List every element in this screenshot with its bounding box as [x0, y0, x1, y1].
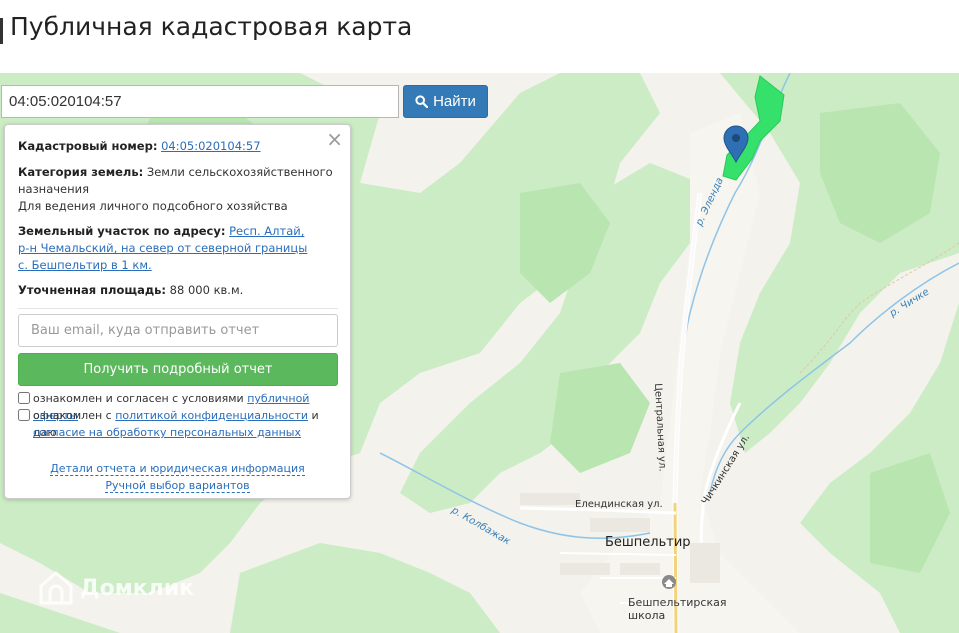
- search-icon: [415, 95, 429, 108]
- privacy-policy-link[interactable]: политикой конфиденциальности: [115, 409, 308, 422]
- address-row: Земельный участок по адресу: Респ. Алтай…: [18, 223, 318, 274]
- privacy-consent-text: ознакомлен с: [33, 409, 112, 422]
- cadastral-search-input[interactable]: [1, 85, 399, 118]
- offer-consent-checkbox[interactable]: [18, 392, 30, 404]
- area-value: 88 000 кв.м.: [169, 283, 244, 297]
- report-details-row: Детали отчета и юридическая информация: [5, 460, 350, 477]
- search-button[interactable]: Найти: [403, 85, 488, 118]
- offer-consent-text: ознакомлен и согласен с условиями: [33, 392, 244, 405]
- label-village: Бешпельтир: [605, 535, 691, 550]
- manual-selection-link[interactable]: Ручной выбор вариантов: [105, 479, 250, 493]
- title-accent-bar: [0, 18, 3, 44]
- domclick-watermark: Домклик: [38, 570, 194, 606]
- popup-divider: [18, 308, 338, 309]
- email-field[interactable]: [18, 314, 338, 347]
- label-street-elendinskaya: Елендинская ул.: [575, 499, 663, 510]
- land-category-row: Категория земель: Земли сельскохозяйстве…: [18, 164, 333, 198]
- page-title: Публичная кадастровая карта: [10, 12, 413, 41]
- area-label: Уточненная площадь:: [18, 283, 167, 297]
- page-header: Публичная кадастровая карта: [0, 0, 959, 73]
- house-logo-icon: [39, 571, 73, 605]
- address-label: Земельный участок по адресу:: [18, 224, 226, 238]
- parcel-info-popup: × Кадастровый номер: 04:05:020104:57 Кат…: [4, 124, 351, 499]
- privacy-consent-checkbox[interactable]: [18, 409, 30, 421]
- cadastral-number-label: Кадастровый номер:: [18, 139, 158, 153]
- close-icon[interactable]: ×: [326, 129, 343, 149]
- search-button-label: Найти: [433, 93, 476, 110]
- land-usage: Для ведения личного подсобного хозяйства: [18, 199, 288, 213]
- area-row: Уточненная площадь: 88 000 кв.м.: [18, 282, 328, 299]
- data-processing-link[interactable]: согласие на обработку персональных данны…: [33, 426, 301, 439]
- watermark-text: Домклик: [80, 575, 195, 601]
- land-category-label: Категория земель:: [18, 165, 144, 179]
- cadastral-number-link[interactable]: 04:05:020104:57: [161, 139, 260, 153]
- report-details-link[interactable]: Детали отчета и юридическая информация: [50, 462, 305, 476]
- cadastral-number-row: Кадастровый номер: 04:05:020104:57: [18, 138, 328, 155]
- data-processing-row: согласие на обработку персональных данны…: [33, 424, 338, 441]
- get-report-button[interactable]: Получить подробный отчет: [18, 353, 338, 386]
- label-school: Бешпельтирская школа: [628, 596, 727, 622]
- manual-selection-row: Ручной выбор вариантов: [5, 477, 350, 494]
